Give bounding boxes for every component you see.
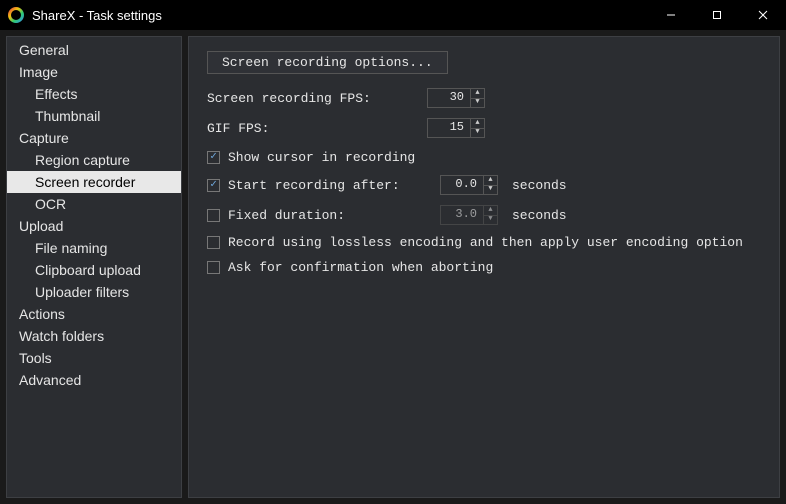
- sidebar: GeneralImageEffectsThumbnailCaptureRegio…: [6, 36, 182, 498]
- show-cursor-checkbox[interactable]: [207, 151, 220, 164]
- sharex-icon: [8, 7, 24, 23]
- gif-fps-down-icon[interactable]: ▼: [471, 128, 484, 138]
- gif-fps-spinner[interactable]: 15 ▲ ▼: [427, 118, 485, 138]
- fixed-duration-unit: seconds: [512, 208, 567, 223]
- sidebar-item-clipboard-upload[interactable]: Clipboard upload: [7, 259, 181, 281]
- fixed-duration-down-icon: ▼: [484, 215, 497, 225]
- screen-recording-options-button[interactable]: Screen recording options...: [207, 51, 448, 74]
- show-cursor-label: Show cursor in recording: [228, 150, 415, 165]
- content-panel: Screen recording options... Screen recor…: [188, 36, 780, 498]
- sidebar-item-screen-recorder[interactable]: Screen recorder: [7, 171, 181, 193]
- fps-up-icon[interactable]: ▲: [471, 89, 484, 98]
- start-after-unit: seconds: [512, 178, 567, 193]
- sidebar-item-upload[interactable]: Upload: [7, 215, 181, 237]
- sidebar-item-thumbnail[interactable]: Thumbnail: [7, 105, 181, 127]
- start-after-value[interactable]: 0.0: [441, 176, 483, 194]
- fps-spinner[interactable]: 30 ▲ ▼: [427, 88, 485, 108]
- sidebar-item-actions[interactable]: Actions: [7, 303, 181, 325]
- sidebar-item-watch-folders[interactable]: Watch folders: [7, 325, 181, 347]
- start-after-spinner[interactable]: 0.0 ▲ ▼: [440, 175, 498, 195]
- sidebar-item-region-capture[interactable]: Region capture: [7, 149, 181, 171]
- window-title: ShareX - Task settings: [32, 8, 162, 23]
- sidebar-item-general[interactable]: General: [7, 39, 181, 61]
- sidebar-item-effects[interactable]: Effects: [7, 83, 181, 105]
- gif-fps-label: GIF FPS:: [207, 121, 427, 136]
- gif-fps-up-icon[interactable]: ▲: [471, 119, 484, 128]
- start-after-up-icon[interactable]: ▲: [484, 176, 497, 185]
- minimize-button[interactable]: [648, 0, 694, 30]
- fixed-duration-label: Fixed duration:: [228, 208, 440, 223]
- ask-confirm-checkbox[interactable]: [207, 261, 220, 274]
- titlebar: ShareX - Task settings: [0, 0, 786, 30]
- sidebar-item-file-naming[interactable]: File naming: [7, 237, 181, 259]
- ask-confirm-label: Ask for confirmation when aborting: [228, 260, 493, 275]
- sidebar-item-ocr[interactable]: OCR: [7, 193, 181, 215]
- start-after-checkbox[interactable]: [207, 179, 220, 192]
- fixed-duration-value: 3.0: [441, 206, 483, 224]
- start-after-down-icon[interactable]: ▼: [484, 185, 497, 195]
- lossless-label: Record using lossless encoding and then …: [228, 235, 743, 250]
- fps-down-icon[interactable]: ▼: [471, 98, 484, 108]
- sidebar-item-advanced[interactable]: Advanced: [7, 369, 181, 391]
- sidebar-item-image[interactable]: Image: [7, 61, 181, 83]
- sidebar-item-capture[interactable]: Capture: [7, 127, 181, 149]
- window: ShareX - Task settings GeneralImageEffec…: [0, 0, 786, 504]
- client-area: GeneralImageEffectsThumbnailCaptureRegio…: [0, 30, 786, 504]
- sidebar-item-tools[interactable]: Tools: [7, 347, 181, 369]
- maximize-button[interactable]: [694, 0, 740, 30]
- sidebar-item-uploader-filters[interactable]: Uploader filters: [7, 281, 181, 303]
- fps-label: Screen recording FPS:: [207, 91, 427, 106]
- fps-value[interactable]: 30: [428, 89, 470, 107]
- fixed-duration-spinner: 3.0 ▲ ▼: [440, 205, 498, 225]
- gif-fps-value[interactable]: 15: [428, 119, 470, 137]
- lossless-checkbox[interactable]: [207, 236, 220, 249]
- close-button[interactable]: [740, 0, 786, 30]
- start-after-label: Start recording after:: [228, 178, 440, 193]
- fixed-duration-up-icon: ▲: [484, 206, 497, 215]
- fixed-duration-checkbox[interactable]: [207, 209, 220, 222]
